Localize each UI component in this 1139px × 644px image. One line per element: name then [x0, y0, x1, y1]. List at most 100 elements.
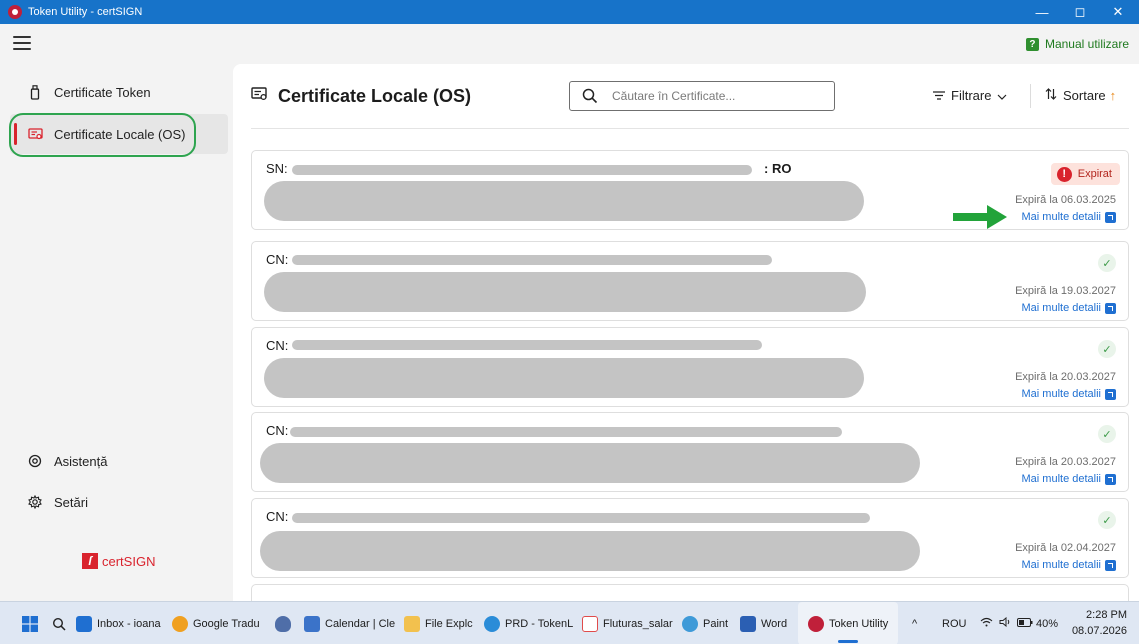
certificate-card[interactable]: CN: ✓ Expiră la 20.03.2027 Mai multe det…	[251, 412, 1129, 492]
taskbar-app-token-utility[interactable]: Token Utility	[798, 602, 899, 644]
taskbar-app-label: Token Utility	[829, 617, 889, 630]
sort-label: Sortare	[1063, 88, 1106, 103]
subject-prefix: CN:	[266, 509, 289, 524]
menu-icon[interactable]	[13, 36, 31, 50]
certificate-subject: CN:	[266, 252, 288, 267]
subject-prefix: CN:	[266, 423, 289, 438]
sidebar-item-certificate-token[interactable]: Certificate Token	[10, 72, 228, 112]
external-link-icon	[1105, 473, 1116, 485]
expiry-date: Expiră la 06.03.2025	[1015, 194, 1116, 206]
check-icon: ✓	[1098, 340, 1116, 358]
page-title-text: Certificate Locale (OS)	[278, 86, 472, 106]
expiry-date: Expiră la 20.03.2027	[1015, 456, 1116, 468]
redacted-area	[264, 181, 864, 221]
chevron-up-icon: ^	[912, 617, 918, 630]
redacted-area	[290, 427, 842, 437]
taskbar-app-outlook[interactable]: Inbox - ioana	[76, 602, 161, 644]
taskbar-app-shield[interactable]	[275, 602, 296, 644]
details-link[interactable]: Mai multe detalii	[1022, 211, 1116, 223]
details-link-label: Mai multe detalii	[1021, 559, 1101, 571]
highlight-annotation	[9, 113, 196, 157]
brand-name: certSIGN	[102, 553, 156, 569]
volume-icon	[999, 616, 1011, 630]
sort-button[interactable]: Sortare ↑	[1045, 88, 1116, 103]
details-link[interactable]: Mai multe detalii	[1022, 302, 1116, 314]
expiry-date: Expiră la 19.03.2027	[1015, 285, 1116, 297]
redacted-area	[292, 255, 772, 265]
system-tray[interactable]: 40%	[980, 602, 1058, 644]
details-link-label: Mai multe detalii	[1021, 211, 1101, 223]
system-clock[interactable]: 2:28 PM 08.07.2026	[1072, 607, 1127, 639]
battery-icon	[1017, 617, 1033, 630]
taskbar-app-label: Fluturas_salar	[603, 617, 673, 630]
sidebar-item-label: Certificate Token	[54, 84, 151, 100]
sidebar-item-label: Setări	[54, 494, 88, 510]
search-icon	[52, 617, 66, 631]
subject-prefix: CN:	[266, 252, 289, 267]
details-link[interactable]: Mai multe detalii	[1022, 559, 1116, 571]
filter-icon	[933, 88, 945, 103]
manual-link[interactable]: ? Manual utilizare	[1025, 37, 1129, 51]
details-link-label: Mai multe detalii	[1021, 302, 1101, 314]
taskbar-app-label: File Explc	[425, 617, 473, 630]
gear-icon	[26, 495, 44, 509]
battery-level: 40%	[1036, 617, 1059, 630]
details-link-label: Mai multe detalii	[1021, 388, 1101, 400]
sort-direction-icon: ↑	[1109, 88, 1117, 103]
maximize-button[interactable]: ◻	[1062, 0, 1098, 24]
certificate-card[interactable]: CN: ✓ Expiră la 19.03.2027 Mai multe det…	[251, 241, 1129, 321]
close-button[interactable]: ✕	[1100, 0, 1136, 24]
taskbar-app-label: Paint	[703, 617, 729, 630]
word-icon	[740, 615, 756, 632]
certificate-card[interactable]	[251, 584, 1129, 601]
details-link[interactable]: Mai multe detalii	[1022, 473, 1116, 485]
taskbar-app-pdf[interactable]: Fluturas_salar	[582, 602, 673, 644]
chrome-icon	[172, 615, 188, 632]
redacted-area	[264, 358, 864, 398]
taskbar-app-word[interactable]: Word	[740, 602, 787, 644]
app-header: ? Manual utilizare	[0, 24, 1139, 64]
filter-label: Filtrare	[951, 88, 992, 103]
arrow-annotation-icon	[953, 205, 1007, 229]
expiry-date: Expiră la 20.03.2027	[1015, 371, 1116, 383]
toolbar-divider	[1030, 84, 1031, 108]
details-link-label: Mai multe detalii	[1021, 473, 1101, 485]
check-icon: ✓	[1098, 425, 1116, 443]
details-link[interactable]: Mai multe detalii	[1022, 388, 1116, 400]
taskbar-app-edge[interactable]: PRD - TokenL	[484, 602, 573, 644]
sort-icon	[1045, 88, 1057, 103]
start-button[interactable]	[22, 602, 38, 644]
sidebar-item-asistenta[interactable]: Asistență	[10, 441, 228, 481]
subject-tail: : RO	[764, 161, 792, 176]
wifi-icon	[980, 617, 993, 630]
redacted-area	[260, 531, 920, 571]
sidebar-item-setari[interactable]: Setări	[10, 482, 228, 522]
main-panel: Certificate Locale (OS) Căutare în Certi…	[233, 64, 1139, 601]
taskbar-app-calendar[interactable]: Calendar | Cle	[304, 602, 395, 644]
taskbar-app-paint[interactable]: Paint	[682, 602, 728, 644]
filter-button[interactable]: Filtrare	[933, 88, 1007, 103]
language-indicator[interactable]: ROU	[942, 602, 966, 644]
edge-icon	[484, 615, 500, 632]
minimize-button[interactable]: —	[1024, 0, 1060, 24]
certificate-card[interactable]: CN: ✓ Expiră la 20.03.2027 Mai multe det…	[251, 327, 1129, 407]
taskbar-app-file-explorer[interactable]: File Explc	[404, 602, 473, 644]
taskbar-app-chrome[interactable]: Google Tradu	[172, 602, 260, 644]
taskbar-app-label: PRD - TokenL	[505, 617, 574, 630]
search-input[interactable]: Căutare în Certificate...	[569, 81, 835, 111]
shield-icon	[275, 615, 291, 632]
window-titlebar: Token Utility - certSIGN — ◻ ✕	[0, 0, 1139, 24]
taskbar-search-button[interactable]	[52, 602, 66, 644]
external-link-icon	[1105, 211, 1116, 223]
search-icon	[582, 88, 598, 104]
certificate-card[interactable]: CN: ✓ Expiră la 02.04.2027 Mai multe det…	[251, 498, 1129, 578]
redacted-area	[260, 443, 920, 483]
warning-icon: !	[1056, 166, 1072, 182]
taskbar-app-label: Google Tradu	[193, 617, 260, 630]
calendar-icon	[304, 615, 320, 632]
chevron-down-icon	[997, 88, 1007, 103]
redacted-area	[292, 340, 762, 350]
tray-overflow-button[interactable]: ^	[912, 602, 917, 644]
brand-logo: ſ certSIGN	[82, 553, 155, 569]
redacted-area	[264, 272, 866, 312]
